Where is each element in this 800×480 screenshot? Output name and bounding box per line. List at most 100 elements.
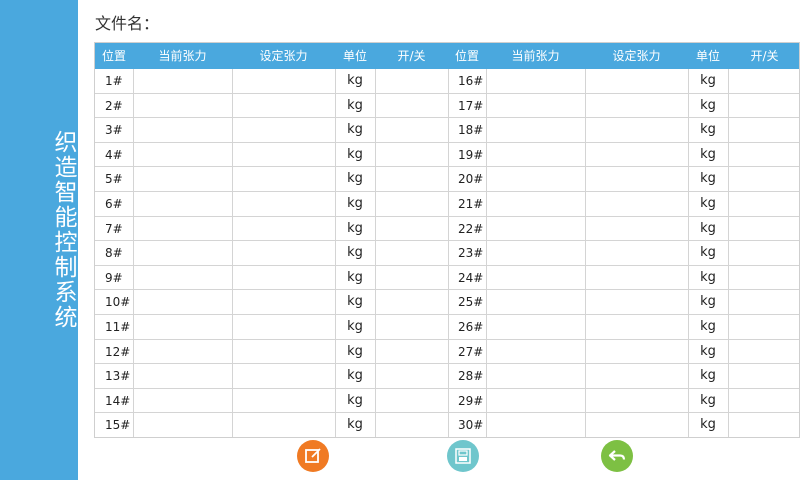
on-off-cell[interactable] (375, 143, 448, 167)
on-off-cell[interactable] (728, 143, 800, 167)
current-tension-cell[interactable] (133, 413, 232, 437)
current-tension-cell[interactable] (133, 118, 232, 142)
set-tension-cell[interactable] (585, 217, 688, 241)
current-tension-cell[interactable] (486, 118, 585, 142)
set-tension-cell[interactable] (232, 241, 335, 265)
table-row: 7# kg 22# kg (95, 217, 799, 242)
back-button[interactable] (601, 440, 633, 472)
set-tension-cell[interactable] (232, 340, 335, 364)
table-row: 4# kg 19# kg (95, 143, 799, 168)
on-off-cell[interactable] (375, 315, 448, 339)
current-tension-cell[interactable] (486, 315, 585, 339)
on-off-cell[interactable] (728, 413, 800, 437)
current-tension-cell[interactable] (486, 389, 585, 413)
set-tension-cell[interactable] (232, 217, 335, 241)
on-off-cell[interactable] (375, 290, 448, 314)
current-tension-cell[interactable] (486, 217, 585, 241)
set-tension-cell[interactable] (232, 118, 335, 142)
unit-cell: kg (700, 368, 716, 384)
on-off-cell[interactable] (375, 94, 448, 118)
set-tension-cell[interactable] (585, 69, 688, 93)
current-tension-cell[interactable] (486, 94, 585, 118)
set-tension-cell[interactable] (232, 69, 335, 93)
current-tension-cell[interactable] (133, 389, 232, 413)
current-tension-cell[interactable] (133, 241, 232, 265)
on-off-cell[interactable] (375, 389, 448, 413)
on-off-cell[interactable] (375, 118, 448, 142)
set-tension-cell[interactable] (232, 389, 335, 413)
current-tension-cell[interactable] (486, 241, 585, 265)
on-off-cell[interactable] (375, 266, 448, 290)
set-tension-cell[interactable] (232, 413, 335, 437)
on-off-cell[interactable] (375, 167, 448, 191)
column-divider (728, 69, 729, 437)
on-off-cell[interactable] (728, 217, 800, 241)
set-tension-cell[interactable] (585, 340, 688, 364)
set-tension-cell[interactable] (585, 118, 688, 142)
set-tension-cell[interactable] (585, 315, 688, 339)
on-off-cell[interactable] (375, 413, 448, 437)
on-off-cell[interactable] (375, 340, 448, 364)
set-tension-cell[interactable] (232, 364, 335, 388)
set-tension-cell[interactable] (585, 389, 688, 413)
set-tension-cell[interactable] (232, 290, 335, 314)
on-off-cell[interactable] (375, 69, 448, 93)
set-tension-cell[interactable] (232, 167, 335, 191)
on-off-cell[interactable] (728, 94, 800, 118)
table-row: 3# kg 18# kg (95, 118, 799, 143)
set-tension-cell[interactable] (585, 266, 688, 290)
set-tension-cell[interactable] (232, 315, 335, 339)
set-tension-cell[interactable] (585, 94, 688, 118)
current-tension-cell[interactable] (133, 167, 232, 191)
on-off-cell[interactable] (728, 167, 800, 191)
edit-button[interactable] (297, 440, 329, 472)
on-off-cell[interactable] (375, 241, 448, 265)
set-tension-cell[interactable] (585, 241, 688, 265)
set-tension-cell[interactable] (585, 167, 688, 191)
current-tension-cell[interactable] (486, 266, 585, 290)
set-tension-cell[interactable] (585, 290, 688, 314)
on-off-cell[interactable] (375, 192, 448, 216)
set-tension-cell[interactable] (585, 364, 688, 388)
current-tension-cell[interactable] (486, 143, 585, 167)
current-tension-cell[interactable] (486, 69, 585, 93)
on-off-cell[interactable] (728, 69, 800, 93)
on-off-cell[interactable] (375, 364, 448, 388)
current-tension-cell[interactable] (133, 364, 232, 388)
on-off-cell[interactable] (728, 340, 800, 364)
on-off-cell[interactable] (375, 217, 448, 241)
current-tension-cell[interactable] (133, 340, 232, 364)
on-off-cell[interactable] (728, 290, 800, 314)
current-tension-cell[interactable] (133, 143, 232, 167)
set-tension-cell[interactable] (585, 413, 688, 437)
current-tension-cell[interactable] (486, 413, 585, 437)
set-tension-cell[interactable] (232, 192, 335, 216)
current-tension-cell[interactable] (486, 364, 585, 388)
system-title: 织造智能控制系统 (50, 130, 76, 330)
current-tension-cell[interactable] (133, 217, 232, 241)
current-tension-cell[interactable] (133, 290, 232, 314)
on-off-cell[interactable] (728, 241, 800, 265)
unit-cell: kg (347, 97, 363, 113)
set-tension-cell[interactable] (232, 94, 335, 118)
current-tension-cell[interactable] (133, 94, 232, 118)
on-off-cell[interactable] (728, 315, 800, 339)
current-tension-cell[interactable] (133, 69, 232, 93)
save-button[interactable] (447, 440, 479, 472)
current-tension-cell[interactable] (486, 340, 585, 364)
current-tension-cell[interactable] (133, 266, 232, 290)
on-off-cell[interactable] (728, 364, 800, 388)
set-tension-cell[interactable] (232, 143, 335, 167)
current-tension-cell[interactable] (486, 290, 585, 314)
current-tension-cell[interactable] (486, 167, 585, 191)
set-tension-cell[interactable] (585, 192, 688, 216)
set-tension-cell[interactable] (585, 143, 688, 167)
current-tension-cell[interactable] (486, 192, 585, 216)
on-off-cell[interactable] (728, 192, 800, 216)
current-tension-cell[interactable] (133, 192, 232, 216)
set-tension-cell[interactable] (232, 266, 335, 290)
on-off-cell[interactable] (728, 266, 800, 290)
current-tension-cell[interactable] (133, 315, 232, 339)
on-off-cell[interactable] (728, 389, 800, 413)
on-off-cell[interactable] (728, 118, 800, 142)
